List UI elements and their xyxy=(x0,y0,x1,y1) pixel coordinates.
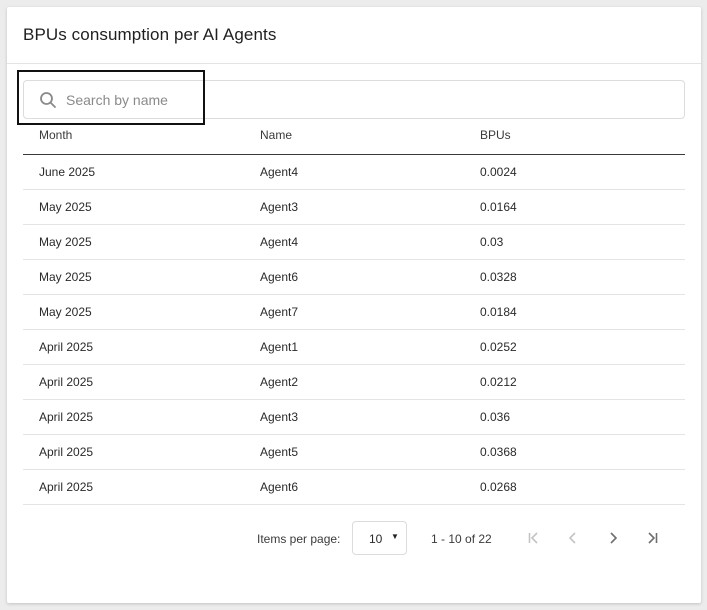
cell-month: April 2025 xyxy=(39,410,94,424)
bpu-table: Month Name BPUs June 2025 Agent4 0.0024 … xyxy=(23,119,685,505)
table-body: June 2025 Agent4 0.0024 May 2025 Agent3 … xyxy=(23,155,685,505)
search-icon xyxy=(39,91,57,109)
search-field[interactable] xyxy=(23,80,685,119)
cell-bpus: 0.0328 xyxy=(480,270,517,284)
cell-month: May 2025 xyxy=(39,235,92,249)
cell-bpus: 0.03 xyxy=(480,235,504,249)
title-divider xyxy=(7,63,701,64)
search-input[interactable] xyxy=(66,85,666,115)
cell-bpus: 0.0368 xyxy=(480,445,517,459)
column-header-bpus[interactable]: BPUs xyxy=(480,128,511,142)
cell-name: Agent4 xyxy=(260,165,299,179)
cell-name: Agent7 xyxy=(260,305,299,319)
table-row: May 2025 Agent4 0.03 xyxy=(23,225,685,260)
cell-name: Agent4 xyxy=(260,235,299,249)
range-label: 1 - 10 of 22 xyxy=(431,532,492,546)
column-header-month[interactable]: Month xyxy=(39,128,72,142)
cell-bpus: 0.036 xyxy=(480,410,511,424)
cell-bpus: 0.0252 xyxy=(480,340,517,354)
previous-page-button[interactable] xyxy=(561,526,585,550)
cell-month: April 2025 xyxy=(39,340,94,354)
next-page-button[interactable] xyxy=(601,526,625,550)
table-row: April 2025 Agent2 0.0212 xyxy=(23,365,685,400)
cell-name: Agent3 xyxy=(260,410,299,424)
cell-bpus: 0.0184 xyxy=(480,305,517,319)
cell-month: April 2025 xyxy=(39,445,94,459)
table-header: Month Name BPUs xyxy=(23,119,685,155)
card-title: BPUs consumption per AI Agents xyxy=(23,25,277,44)
last-page-icon xyxy=(648,532,658,544)
table-row: April 2025 Agent6 0.0268 xyxy=(23,470,685,505)
cell-month: May 2025 xyxy=(39,200,92,214)
cell-bpus: 0.0024 xyxy=(480,165,517,179)
column-header-name[interactable]: Name xyxy=(260,128,292,142)
chevron-left-icon xyxy=(568,532,576,544)
cell-bpus: 0.0164 xyxy=(480,200,517,214)
cell-month: April 2025 xyxy=(39,375,94,389)
items-per-page-select[interactable]: 10 ▼ xyxy=(352,521,407,555)
items-per-page-label: Items per page: xyxy=(257,532,341,546)
cell-month: June 2025 xyxy=(39,165,96,179)
cell-name: Agent1 xyxy=(260,340,299,354)
table-row: May 2025 Agent3 0.0164 xyxy=(23,190,685,225)
items-per-page-value: 10 xyxy=(369,532,383,546)
cell-name: Agent2 xyxy=(260,375,299,389)
table-row: June 2025 Agent4 0.0024 xyxy=(23,155,685,190)
table-row: April 2025 Agent3 0.036 xyxy=(23,400,685,435)
bpu-consumption-card: BPUs consumption per AI Agents Month Nam… xyxy=(7,7,701,603)
table-row: April 2025 Agent5 0.0368 xyxy=(23,435,685,470)
caret-down-icon: ▼ xyxy=(391,532,399,541)
first-page-icon xyxy=(528,532,538,544)
cell-bpus: 0.0268 xyxy=(480,480,517,494)
table-row: May 2025 Agent6 0.0328 xyxy=(23,260,685,295)
table-row: April 2025 Agent1 0.0252 xyxy=(23,330,685,365)
last-page-button[interactable] xyxy=(640,526,664,550)
cell-name: Agent3 xyxy=(260,200,299,214)
cell-month: April 2025 xyxy=(39,480,94,494)
cell-bpus: 0.0212 xyxy=(480,375,517,389)
cell-name: Agent5 xyxy=(260,445,299,459)
paginator: Items per page: 10 ▼ 1 - 10 of 22 xyxy=(7,520,701,556)
cell-month: May 2025 xyxy=(39,305,92,319)
cell-name: Agent6 xyxy=(260,480,299,494)
first-page-button[interactable] xyxy=(522,526,546,550)
cell-month: May 2025 xyxy=(39,270,92,284)
table-row: May 2025 Agent7 0.0184 xyxy=(23,295,685,330)
chevron-right-icon xyxy=(610,532,618,544)
cell-name: Agent6 xyxy=(260,270,299,284)
